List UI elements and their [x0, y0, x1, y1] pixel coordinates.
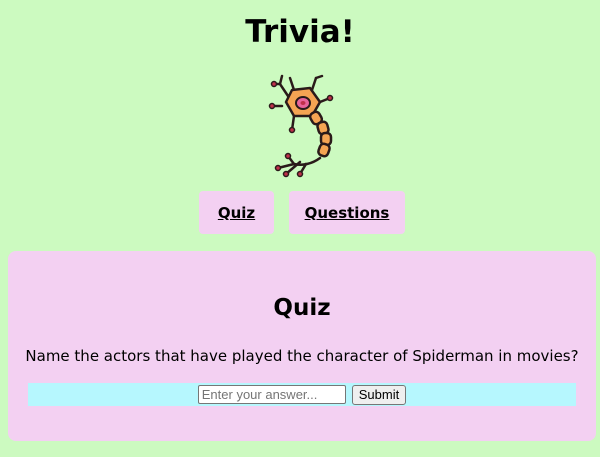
- quiz-heading: Quiz: [273, 295, 331, 321]
- page-title: Trivia!: [245, 14, 355, 50]
- main-nav: Quiz Questions: [0, 191, 600, 234]
- quiz-panel: Quiz Name the actors that have played th…: [8, 251, 596, 441]
- nav-quiz-button[interactable]: Quiz: [199, 191, 274, 234]
- nav-questions-button[interactable]: Questions: [289, 191, 405, 234]
- neuron-icon: [264, 72, 340, 178]
- quiz-question: Name the actors that have played the cha…: [25, 347, 579, 365]
- submit-button[interactable]: Submit: [351, 384, 407, 405]
- answer-input[interactable]: [197, 385, 346, 404]
- answer-form: Submit: [28, 383, 576, 406]
